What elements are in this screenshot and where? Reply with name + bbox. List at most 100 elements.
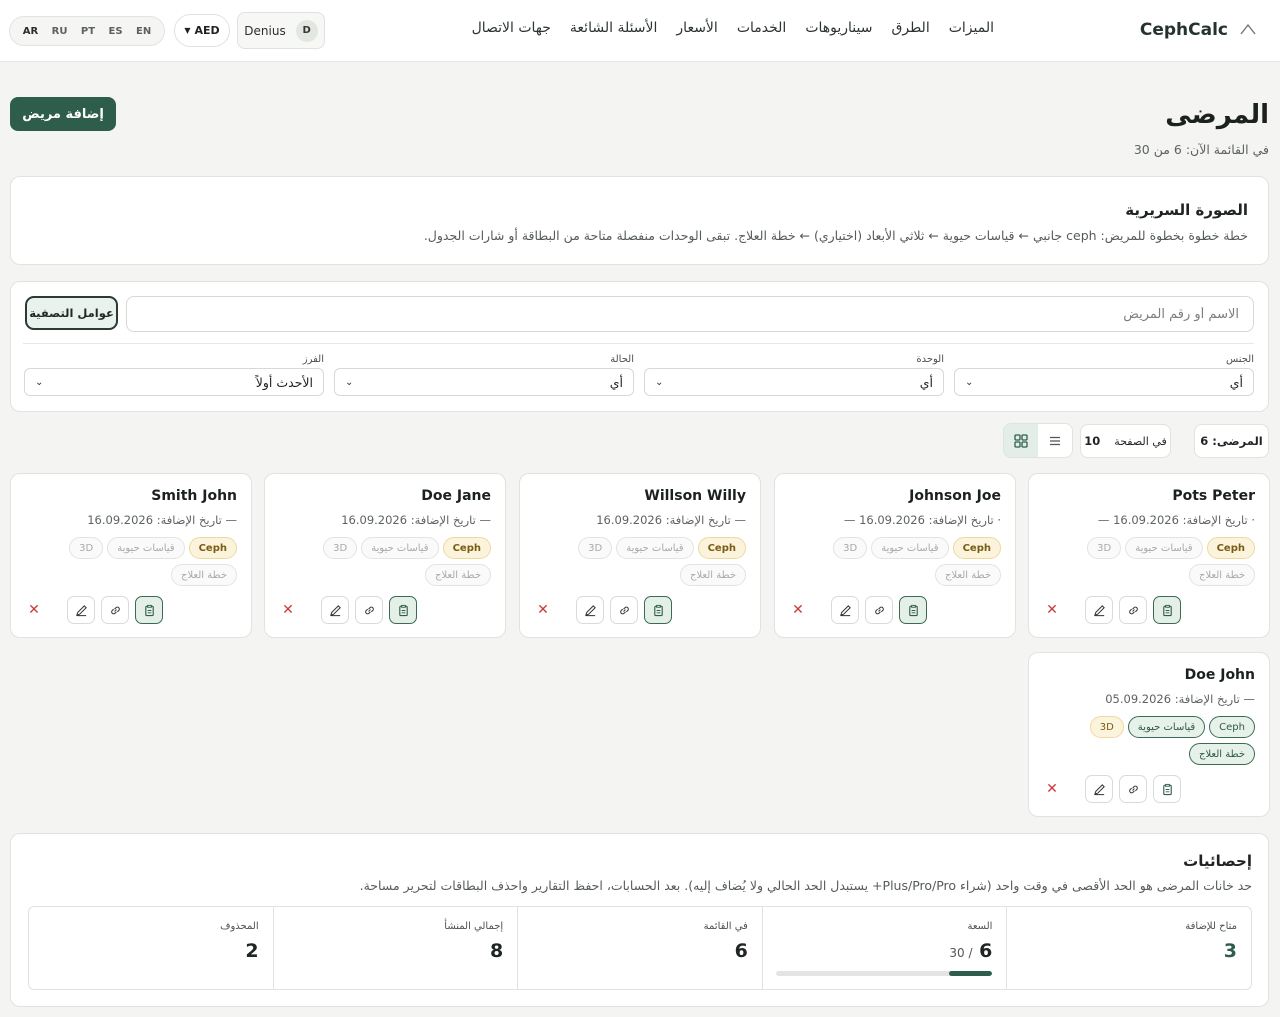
open-report-button[interactable] [135, 596, 163, 624]
edit-button[interactable] [831, 596, 859, 624]
ceph-module-chip[interactable]: Ceph [697, 537, 746, 559]
edit-button[interactable] [1085, 596, 1113, 624]
delete-icon[interactable]: ✕ [1043, 596, 1061, 624]
treatment-plan-chip[interactable]: خطة العلاج [171, 564, 237, 586]
view-toggle [1003, 423, 1073, 458]
delete-icon[interactable]: ✕ [25, 596, 43, 624]
nav-item-pricing[interactable]: الأسعار [676, 20, 717, 36]
biometry-module-chip[interactable]: قياسات حيوية [1125, 537, 1203, 559]
patient-card[interactable]: Willson Willy — تاريخ الإضافة: 16.09.202… [519, 473, 761, 638]
main-nav: الميزات الطرق سيناريوهات الخدمات الأسعار… [472, 20, 994, 36]
gender-select[interactable]: أي ⌄ [954, 368, 1254, 396]
share-link-button[interactable] [355, 596, 383, 624]
lang-es[interactable]: ES [105, 23, 127, 40]
lang-pt[interactable]: PT [77, 23, 99, 40]
3d-module-chip[interactable]: 3D [1087, 537, 1122, 559]
3d-module-chip[interactable]: 3D [323, 537, 358, 559]
ceph-module-chip[interactable]: Ceph [1209, 716, 1255, 738]
ceph-module-chip[interactable]: Ceph [442, 537, 491, 559]
per-page-selector[interactable]: في الصفحة 10 [1080, 424, 1171, 458]
nav-item-scenarios[interactable]: سيناريوهات [805, 20, 872, 36]
stat-value: 8 [489, 940, 504, 962]
patient-card[interactable]: Doe John — تاريخ الإضافة: 05.09.2026 Cep… [1028, 652, 1270, 817]
open-report-button[interactable] [389, 596, 417, 624]
patient-card[interactable]: Pots Peter · تاريخ الإضافة: 16.09.2026 —… [1028, 473, 1270, 638]
treatment-plan-chip[interactable]: خطة العلاج [1189, 743, 1255, 765]
currency-selector[interactable]: ▼ AED [174, 14, 230, 47]
nav-item-methods[interactable]: الطرق [891, 20, 929, 36]
lang-ru[interactable]: RU [48, 23, 72, 40]
module-select[interactable]: أي ⌄ [644, 368, 944, 396]
patient-name: Doe John [1184, 667, 1255, 683]
open-report-button[interactable] [899, 596, 927, 624]
treatment-plan-chip[interactable]: خطة العلاج [425, 564, 491, 586]
biometry-module-chip[interactable]: قياسات حيوية [1127, 716, 1206, 738]
ceph-module-chip[interactable]: Ceph [1206, 537, 1255, 559]
nav-item-contacts[interactable]: جهات الاتصال [472, 20, 551, 36]
edit-button[interactable] [321, 596, 349, 624]
delete-icon[interactable]: ✕ [789, 596, 807, 624]
ceph-module-chip[interactable]: Ceph [952, 537, 1001, 559]
page-title: المرضى [1165, 100, 1269, 130]
treatment-plan-chip[interactable]: خطة العلاج [935, 564, 1001, 586]
share-link-button[interactable] [1119, 596, 1147, 624]
caret-down-icon: ▼ [184, 26, 191, 35]
brand-logo[interactable]: CephCalc [1140, 18, 1260, 42]
statistics-panel: إحصائيات حد خانات المرضى هو الحد الأقصى … [10, 833, 1269, 1007]
patient-name: Doe Jane [421, 488, 491, 504]
sort-select[interactable]: الأحدث أولاً ⌄ [24, 368, 324, 396]
biometry-module-chip[interactable]: قياسات حيوية [616, 537, 694, 559]
sort-filter: الفرز الأحدث أولاً ⌄ [24, 354, 324, 396]
grid-view-button[interactable] [1004, 424, 1038, 457]
edit-button[interactable] [1085, 775, 1113, 803]
patient-card[interactable]: Johnson Joe · تاريخ الإضافة: 16.09.2026 … [774, 473, 1016, 638]
open-report-button[interactable] [644, 596, 672, 624]
3d-module-chip[interactable]: 3D [1089, 716, 1124, 738]
lang-ar[interactable]: AR [19, 23, 42, 40]
add-patient-button[interactable]: إضافة مريض [10, 97, 116, 131]
pencil-icon [329, 604, 341, 616]
edit-button[interactable] [67, 596, 95, 624]
ceph-module-chip[interactable]: Ceph [188, 537, 237, 559]
lang-en[interactable]: EN [132, 23, 155, 40]
patient-card[interactable]: Smith John — تاريخ الإضافة: 16.09.2026 C… [10, 473, 252, 638]
3d-module-chip[interactable]: 3D [578, 537, 613, 559]
delete-icon[interactable]: ✕ [1043, 775, 1061, 803]
link-icon [619, 606, 629, 614]
3d-module-chip[interactable]: 3D [833, 537, 868, 559]
per-page-label: في الصفحة [1114, 434, 1167, 448]
share-link-button[interactable] [610, 596, 638, 624]
treatment-plan-chip[interactable]: خطة العلاج [1189, 564, 1255, 586]
share-link-button[interactable] [865, 596, 893, 624]
nav-item-services[interactable]: الخدمات [737, 20, 787, 36]
list-view-button[interactable] [1038, 424, 1072, 457]
edit-button[interactable] [576, 596, 604, 624]
patient-card[interactable]: Doe Jane — تاريخ الإضافة: 16.09.2026 Cep… [264, 473, 506, 638]
clipboard-icon [144, 604, 154, 616]
biometry-module-chip[interactable]: قياسات حيوية [361, 537, 439, 559]
delete-icon[interactable]: ✕ [279, 596, 297, 624]
patient-name: Smith John [151, 488, 237, 504]
share-link-button[interactable] [1119, 775, 1147, 803]
3d-module-chip[interactable]: 3D [69, 537, 104, 559]
open-report-button[interactable] [1153, 596, 1181, 624]
nav-item-faq[interactable]: الأسئلة الشائعة [570, 20, 658, 36]
biometry-module-chip[interactable]: قياسات حيوية [107, 537, 185, 559]
open-report-button[interactable] [1153, 775, 1181, 803]
search-input[interactable] [126, 296, 1254, 332]
avatar: D [295, 19, 318, 42]
stat-total-created: إجمالي المنشأ 8 [272, 907, 518, 989]
status-select[interactable]: أي ⌄ [334, 368, 634, 396]
filters-button[interactable]: عوامل التصفية [25, 296, 118, 330]
stat-label: إجمالي المنشأ [444, 921, 504, 932]
delete-icon[interactable]: ✕ [534, 596, 552, 624]
patient-name: Pots Peter [1172, 488, 1255, 504]
share-link-button[interactable] [101, 596, 129, 624]
treatment-plan-chip[interactable]: خطة العلاج [680, 564, 746, 586]
biometry-module-chip[interactable]: قياسات حيوية [871, 537, 949, 559]
status-select-value: أي [609, 374, 623, 390]
nav-item-features[interactable]: الميزات [949, 20, 994, 36]
status-filter: الحالة أي ⌄ [334, 354, 634, 396]
user-menu[interactable]: Denius D [237, 12, 325, 49]
statistics-description: حد خانات المرضى هو الحد الأقصى في وقت وا… [359, 878, 1252, 893]
